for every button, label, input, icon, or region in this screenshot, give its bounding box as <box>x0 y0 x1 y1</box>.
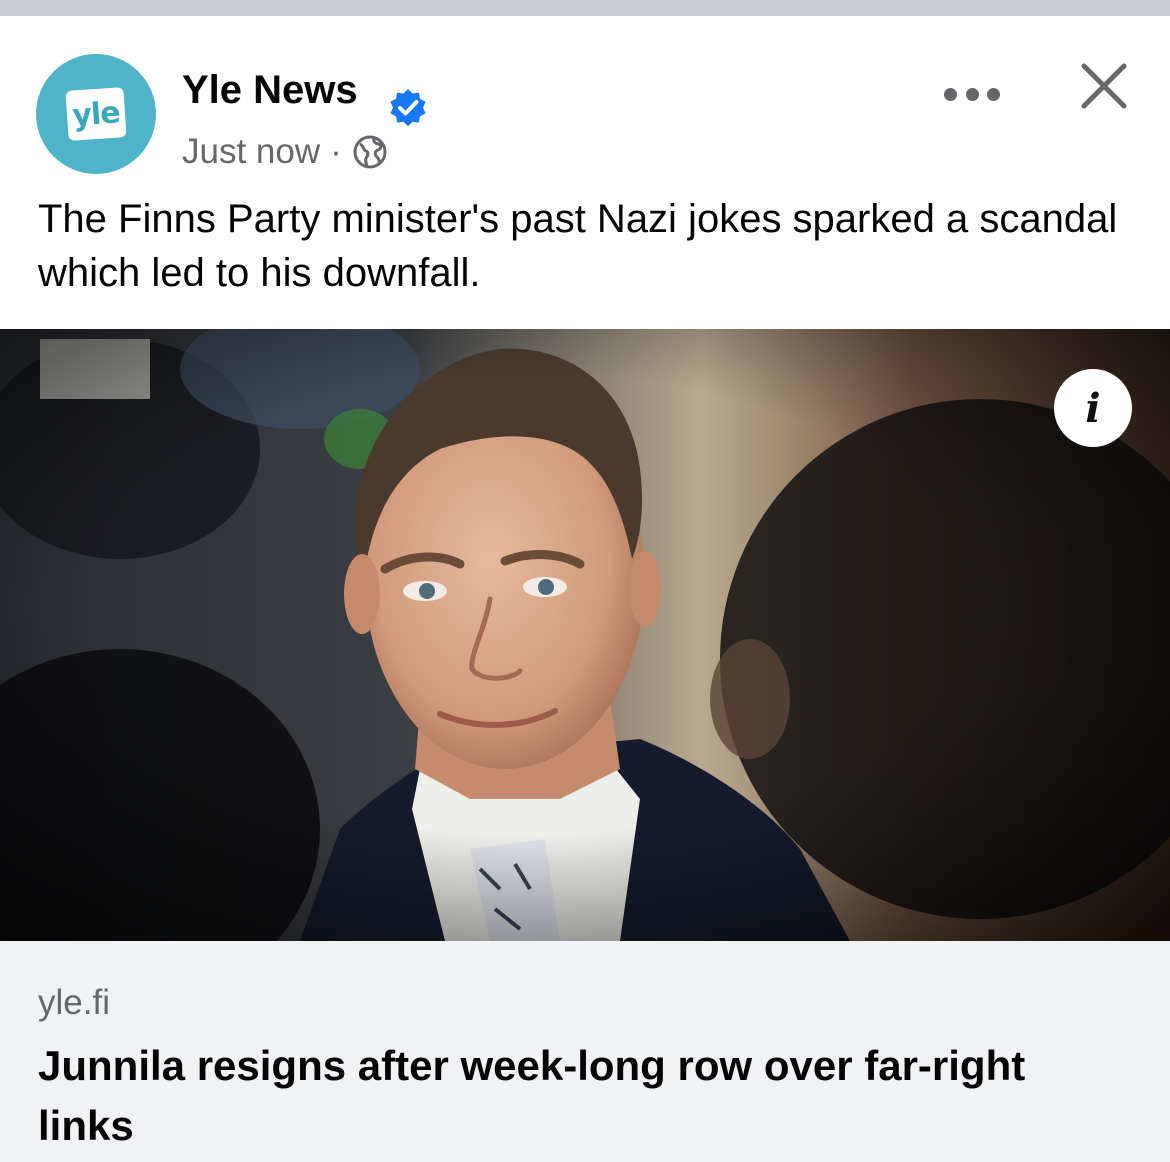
photo-illustration <box>0 329 1170 941</box>
verified-badge-icon <box>390 89 426 127</box>
more-options-icon[interactable] <box>944 74 1000 114</box>
feed-divider <box>0 0 1170 16</box>
page-name-link[interactable]: Yle News <box>182 68 358 113</box>
post-timestamp[interactable]: Just now <box>182 132 320 172</box>
page-avatar[interactable]: yle <box>36 54 156 174</box>
more-dot <box>965 87 979 101</box>
article-photo[interactable]: i <box>0 329 1170 941</box>
close-icon[interactable] <box>1078 60 1130 112</box>
info-icon[interactable]: i <box>1054 369 1132 447</box>
globe-icon[interactable] <box>352 134 388 170</box>
link-domain: yle.fi <box>38 983 110 1022</box>
link-preview[interactable]: yle.fi Junnila resigns after week-long r… <box>0 941 1170 1162</box>
post-meta: Just now · <box>182 132 388 172</box>
post-card: yle Yle News Just now · The Finns Party … <box>0 16 1170 1162</box>
link-title[interactable]: Junnila resigns after week-long row over… <box>38 1036 1128 1156</box>
yle-logo: yle <box>65 87 127 141</box>
meta-separator: · <box>330 132 342 171</box>
more-dot <box>987 87 1000 101</box>
post-text: The Finns Party minister's past Nazi jok… <box>38 197 1118 295</box>
more-dot <box>944 87 957 101</box>
